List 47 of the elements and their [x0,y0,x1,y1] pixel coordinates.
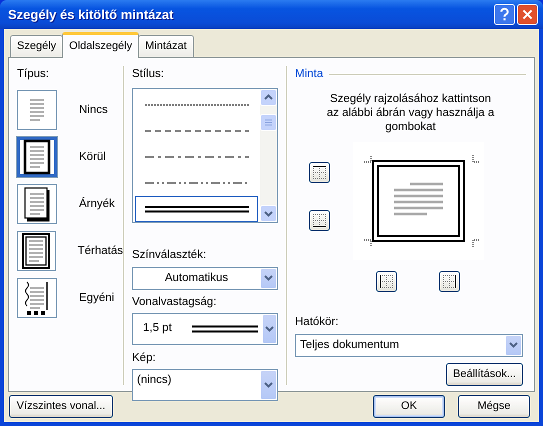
bottom-border-button[interactable] [309,210,330,232]
border-type-label: Nincs [79,102,108,118]
line-style-list[interactable] [132,88,278,224]
preview-group-title: Minta [295,67,324,82]
tab[interactable]: Szegély [10,34,64,57]
color-dropdown[interactable]: Automatikus [132,266,278,290]
border-type-button[interactable] [17,184,57,224]
cancel-button[interactable]: Mégse [458,395,530,418]
apply-to-dropdown[interactable]: Teljes dokumentum [295,334,523,357]
border-type-label: Egyéni [79,290,114,306]
scroll-up-icon[interactable] [260,89,277,106]
art-dropdown[interactable]: (nincs) [132,369,278,402]
scroll-down-icon[interactable] [260,205,277,222]
border-type-button[interactable] [17,231,56,272]
line-width-label: Vonalvastagság: [132,294,218,310]
tab[interactable]: Oldalszegély [62,32,140,58]
border-type-label: Árnyék [79,196,115,212]
top-border-button[interactable] [309,162,330,184]
horizontal-line-button[interactable]: Vízszintes vonal... [9,395,113,418]
scrollbar[interactable] [260,89,277,222]
art-label: Kép: [132,351,157,366]
left-border-button[interactable] [376,271,397,292]
border-grid-icon [443,275,456,288]
right-border-button[interactable] [439,271,460,292]
line-sample-icon [144,205,248,214]
type-label: Típus: [17,68,49,80]
close-icon[interactable] [517,4,538,25]
style-label: Stílus: [132,68,164,80]
options-button[interactable]: Beállítások... [446,362,523,386]
tab[interactable]: Mintázat [138,34,194,57]
border-type-label: Körül [79,150,106,165]
help-icon[interactable] [494,4,515,25]
border-grid-icon [380,275,393,288]
border-type-button[interactable] [17,137,57,178]
double-line-sample [192,325,258,333]
apply-to-label: Hatókör: [295,315,340,330]
scroll-thumb[interactable] [260,114,277,132]
preview-hint: Szegély rajzolásához kattintson az alábbi ábrán vagy használja a gombokat [326,92,496,134]
border-type-label: Térhatás [78,244,123,259]
window-title: Szegély és kitöltő mintázat [8,6,174,24]
color-label: Színválaszték: [132,248,208,264]
line-width-dropdown[interactable]: 1,5 pt [132,313,278,345]
border-grid-icon [313,214,326,228]
ok-button[interactable]: OK [373,395,445,418]
border-grid-icon [313,166,326,180]
border-type-button[interactable] [17,278,57,318]
line-style-item[interactable] [135,196,258,222]
